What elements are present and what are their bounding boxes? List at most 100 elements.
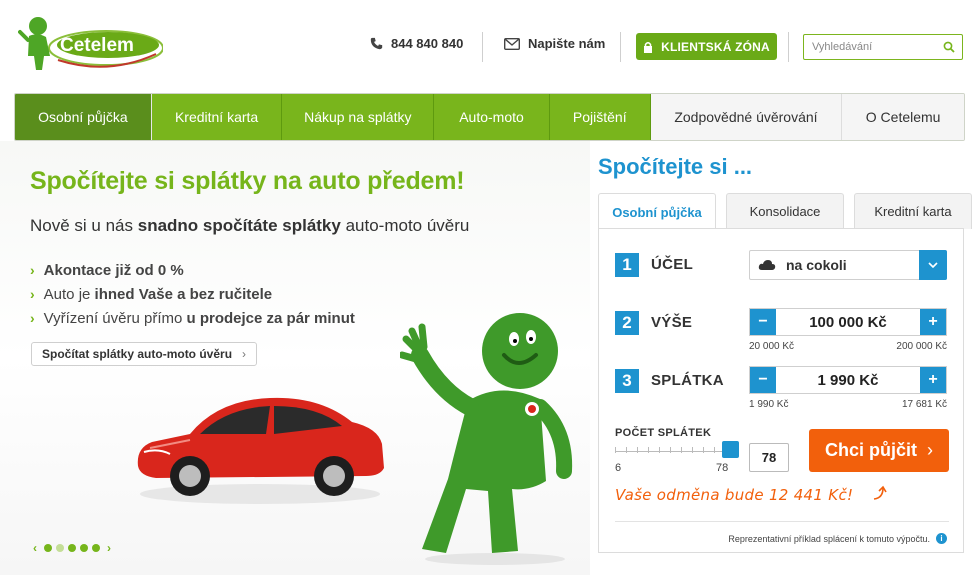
nav-item-zodpovedne-uverovani[interactable]: Zodpovědné úvěrování xyxy=(650,94,843,140)
installment-stepper: − 1 990 Kč + xyxy=(749,366,947,394)
installments-slider-handle[interactable] xyxy=(722,441,739,458)
divider xyxy=(482,32,483,62)
divider xyxy=(788,32,789,62)
nav-label: Nákup na splátky xyxy=(304,109,412,125)
submit-label: Chci půjčit xyxy=(824,440,917,460)
slider-tick xyxy=(703,447,704,453)
lock-icon xyxy=(644,41,653,53)
bullet-bold: ihned Vaše a bez ručitele xyxy=(94,285,273,303)
divider xyxy=(620,32,621,62)
calculate-auto-button[interactable]: Spočítat splátky auto-moto úvěru › xyxy=(31,342,258,366)
carousel-dot[interactable] xyxy=(68,544,76,552)
benefit-list: › Akontace již od 0 % › Auto je ihned Vaše… xyxy=(30,258,355,330)
chevron-right-icon: › xyxy=(30,286,35,302)
search-input[interactable]: Vyhledávání xyxy=(803,34,963,60)
tab-kreditni-karta[interactable]: Kreditní karta xyxy=(854,193,972,229)
nav-label: O Cetelemu xyxy=(865,109,941,125)
nav-item-osobni-pujcka[interactable]: Osobní půjčka xyxy=(15,94,152,140)
search-icon[interactable] xyxy=(943,41,955,53)
step-label-vyse: VÝŠE xyxy=(651,314,693,331)
subtitle-text: auto-moto úvěru xyxy=(340,216,470,235)
mail-icon xyxy=(504,37,520,50)
client-zone-button[interactable]: KLIENTSKÁ ZÓNA xyxy=(636,33,777,60)
purpose-select[interactable]: na cokoli xyxy=(749,250,947,280)
nav-item-pojisteni[interactable]: Pojištění xyxy=(549,94,651,140)
cetelem-logo[interactable]: Cetelem xyxy=(18,14,164,72)
chevron-down-icon[interactable] xyxy=(919,250,947,280)
slider-tick xyxy=(670,447,671,453)
tab-label: Kreditní karta xyxy=(874,204,952,219)
reward-text: Vaše odměna bude 12 441 Kč! xyxy=(615,486,854,504)
installment-max: 17 681 Kč xyxy=(901,399,947,410)
installments-slider-track[interactable] xyxy=(615,451,735,452)
bullet-text: Auto je xyxy=(43,285,95,303)
logo-text: Cetelem xyxy=(60,35,134,56)
nav-item-nakup-na-splatky[interactable]: Nákup na splátky xyxy=(282,94,435,140)
minus-button[interactable]: − xyxy=(750,367,776,393)
plus-button[interactable]: + xyxy=(920,309,946,335)
list-item: › Auto je ihned Vaše a bez ručitele xyxy=(30,282,355,306)
amount-max: 200 000 Kč xyxy=(896,341,947,352)
step-label-splatka: SPLÁTKA xyxy=(651,372,724,389)
red-car-image xyxy=(137,397,384,504)
green-mascot-image xyxy=(400,313,573,565)
search-placeholder: Vyhledávání xyxy=(812,41,873,53)
carousel-pagination: ‹ › xyxy=(30,541,114,555)
purpose-value: na cokoli xyxy=(786,257,847,273)
carousel-dot[interactable] xyxy=(80,544,88,552)
calculator-tabs: Osobní půjčka Konsolidace Kreditní karta xyxy=(598,193,972,230)
nav-label: Zodpovědné úvěrování xyxy=(674,109,818,125)
example-text: Reprezentativní příklad splácení k tomut… xyxy=(728,533,930,544)
installments-count-input[interactable]: 78 xyxy=(749,443,789,472)
nav-item-kreditni-karta[interactable]: Kreditní karta xyxy=(151,94,283,140)
minus-button[interactable]: − xyxy=(750,309,776,335)
subtitle-bold: snadno spočítáte splátky xyxy=(137,216,341,235)
slider-min: 6 xyxy=(615,462,622,474)
slider-tick xyxy=(681,447,682,453)
example-link[interactable]: Reprezentativní příklad splácení k tomut… xyxy=(728,533,947,544)
amount-value[interactable]: 100 000 Kč xyxy=(776,309,920,335)
cta-label: Spočítat splátky auto-moto úvěru xyxy=(42,347,233,361)
carousel-prev-icon[interactable]: ‹ xyxy=(33,541,37,555)
slider-tick xyxy=(648,447,649,453)
client-zone-label: KLIENTSKÁ ZÓNA xyxy=(661,39,770,54)
phone-contact[interactable]: 844 840 840 xyxy=(370,36,463,51)
nav-item-o-cetelemu[interactable]: O Cetelemu xyxy=(842,94,964,140)
mail-contact[interactable]: Napište nám xyxy=(504,36,605,51)
phone-icon xyxy=(370,37,383,50)
tab-label: Konsolidace xyxy=(749,204,821,219)
nav-label: Pojištění xyxy=(572,109,627,125)
nav-label: Osobní půjčka xyxy=(38,109,128,125)
installment-min: 1 990 Kč xyxy=(749,399,789,410)
step-number: 1 xyxy=(615,253,639,277)
hero-title: Spočítejte si splátky na auto předem! xyxy=(30,167,465,195)
slider-tick xyxy=(659,447,660,453)
slider-tick xyxy=(692,447,693,453)
slider-tick xyxy=(637,447,638,453)
step-number: 2 xyxy=(615,311,639,335)
nav-label: Auto-moto xyxy=(459,109,524,125)
hero-subtitle: Nově si u nás snadno spočítáte splátky a… xyxy=(30,216,469,236)
tab-konsolidace[interactable]: Konsolidace xyxy=(726,193,844,229)
installment-value[interactable]: 1 990 Kč xyxy=(776,367,920,393)
submit-loan-button[interactable]: Chci půjčit › xyxy=(809,429,949,472)
carousel-dot[interactable] xyxy=(92,544,100,552)
nav-label: Kreditní karta xyxy=(174,109,259,125)
carousel-dot[interactable] xyxy=(56,544,64,552)
step-label-ucel: ÚČEL xyxy=(651,256,694,273)
tab-label: Osobní půjčka xyxy=(612,204,702,220)
calculator-panel: 1 ÚČEL na cokoli 2 VÝŠE − 100 000 Kč + 2… xyxy=(598,228,964,553)
step-number: 3 xyxy=(615,369,639,393)
info-icon[interactable]: i xyxy=(936,533,947,544)
nav-item-auto-moto[interactable]: Auto-moto xyxy=(434,94,550,140)
tab-osobni-pujcka[interactable]: Osobní půjčka xyxy=(598,193,716,230)
amount-min: 20 000 Kč xyxy=(749,341,795,352)
carousel-next-icon[interactable]: › xyxy=(107,541,111,555)
carousel-dot[interactable] xyxy=(44,544,52,552)
header: Cetelem 844 840 840 Napište nám KLIENTSK… xyxy=(0,0,972,86)
divider xyxy=(615,521,949,522)
amount-stepper: − 100 000 Kč + xyxy=(749,308,947,336)
plus-button[interactable]: + xyxy=(920,367,946,393)
bullet-bold: Akontace již od 0 % xyxy=(43,261,184,279)
subtitle-text: Nově si u nás xyxy=(30,216,138,235)
